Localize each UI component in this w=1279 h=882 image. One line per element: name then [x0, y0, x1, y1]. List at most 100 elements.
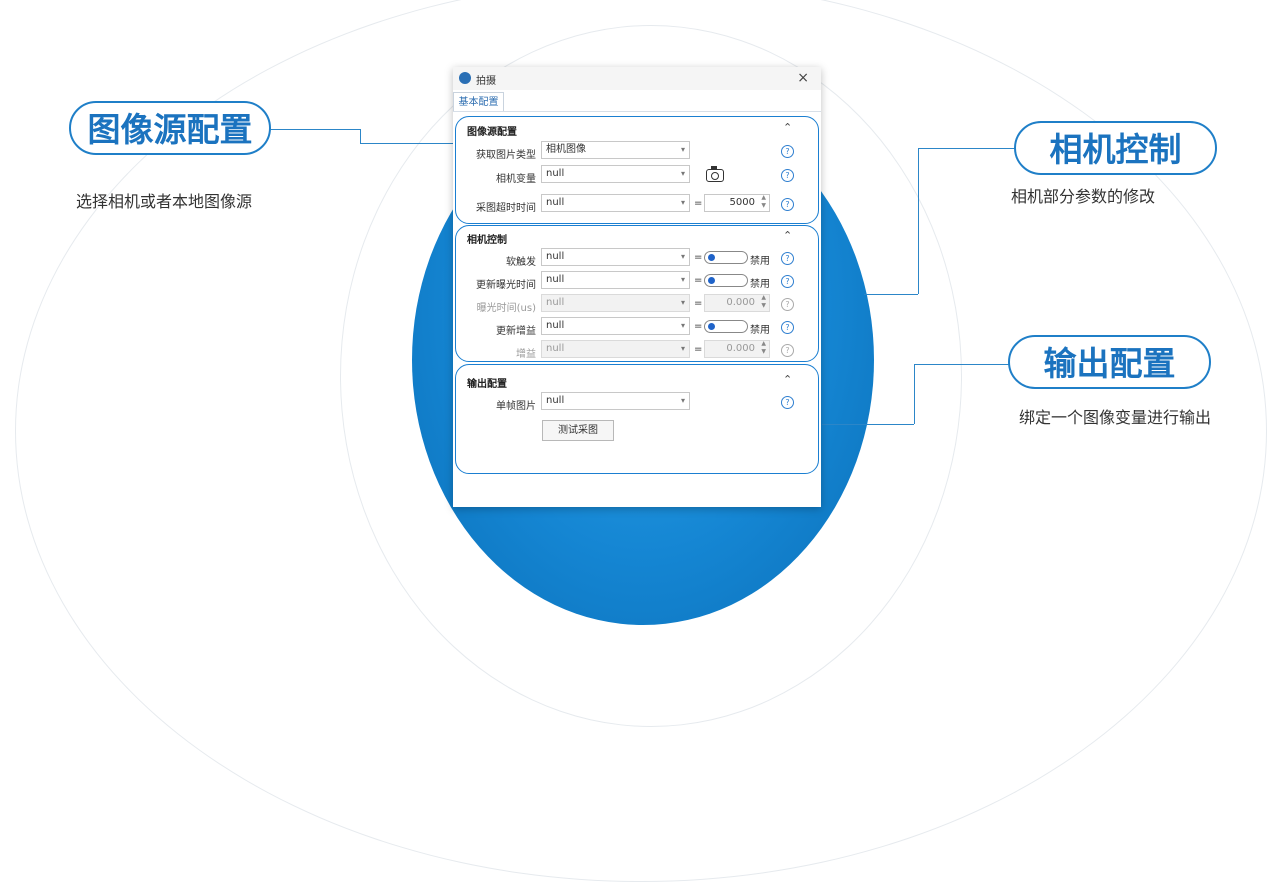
equals-sign: = [694, 344, 703, 355]
spin-up-icon: ▲ [761, 340, 766, 347]
toggle-knob [708, 277, 715, 284]
connector-line [918, 148, 919, 294]
chevron-down-icon: ▾ [680, 198, 685, 207]
connector-line [270, 129, 360, 130]
caption-output-config: 绑定一个图像变量进行输出 [1019, 408, 1212, 427]
dropdown-value: null [546, 343, 565, 354]
label-soft-trigger: 软触发 [506, 257, 536, 268]
callout-image-source: 图像源配置 [69, 101, 271, 155]
chevron-down-icon: ▾ [680, 344, 685, 353]
help-icon[interactable]: ? [781, 344, 794, 357]
gain-dropdown: null ▾ [541, 340, 690, 358]
chevron-down-icon: ▾ [680, 252, 685, 261]
equals-sign: = [694, 275, 703, 286]
soft-trigger-dropdown[interactable]: null ▾ [541, 248, 690, 266]
help-icon[interactable]: ? [781, 298, 794, 311]
dropdown-value: null [546, 168, 565, 179]
label-capture-timeout: 采图超时时间 [476, 203, 536, 214]
help-icon[interactable]: ? [781, 321, 794, 334]
section-image-source: 图像源配置 ⌃ 获取图片类型 相机图像 ▾ ? 相机变量 null ▾ ? 采图… [455, 116, 819, 224]
dialog-title: 拍摄 [476, 76, 496, 87]
section-output-config: 输出配置 ⌃ 单帧图片 null ▾ ? 测试采图 [455, 364, 819, 474]
section-camera-control: 相机控制 ⌃ 软触发 null ▾ = 禁用 ? 更新曝光时间 null ▾ =… [455, 225, 819, 362]
exposure-time-dropdown: null ▾ [541, 294, 690, 312]
help-icon[interactable]: ? [781, 252, 794, 265]
gain-number-input: 0.000 ▲ ▼ [704, 340, 770, 358]
toggle-knob [708, 323, 715, 330]
dropdown-value: null [546, 251, 565, 262]
soft-trigger-toggle[interactable] [704, 251, 748, 264]
label-camera-variable: 相机变量 [496, 174, 536, 185]
dropdown-value: null [546, 297, 565, 308]
spinner-icon: ▲ ▼ [761, 340, 766, 356]
test-capture-button[interactable]: 测试采图 [542, 420, 614, 441]
camera-variable-dropdown[interactable]: null ▾ [541, 165, 690, 183]
label-single-frame: 单帧图片 [496, 401, 536, 412]
chevron-down-icon: ▾ [680, 275, 685, 284]
tab-basic-config[interactable]: 基本配置 [453, 92, 504, 111]
collapse-icon[interactable]: ⌃ [783, 121, 792, 134]
label-exposure-time: 曝光时间(us) [476, 303, 536, 314]
app-icon [459, 72, 471, 84]
spin-up-icon: ▲ [761, 294, 766, 301]
connector-line [822, 424, 914, 425]
update-gain-toggle[interactable] [704, 320, 748, 333]
chevron-down-icon: ▾ [680, 321, 685, 330]
dropdown-value: null [546, 395, 565, 406]
section-title: 相机控制 [467, 235, 507, 246]
collapse-icon[interactable]: ⌃ [783, 229, 792, 242]
image-type-dropdown[interactable]: 相机图像 ▾ [541, 141, 690, 159]
number-value: 0.000 [726, 297, 755, 308]
single-frame-dropdown[interactable]: null ▾ [541, 392, 690, 410]
chevron-down-icon: ▾ [680, 396, 685, 405]
toggle-label: 禁用 [750, 256, 770, 267]
spin-down-icon: ▼ [761, 348, 766, 355]
caption-image-source: 选择相机或者本地图像源 [76, 192, 253, 211]
help-icon[interactable]: ? [781, 145, 794, 158]
spin-down-icon[interactable]: ▼ [761, 202, 766, 209]
dropdown-value: null [546, 197, 565, 208]
equals-sign: = [694, 198, 703, 209]
toggle-knob [708, 254, 715, 261]
label-update-gain: 更新增益 [496, 326, 536, 337]
chevron-down-icon: ▾ [680, 169, 685, 178]
exposure-number-input: 0.000 ▲ ▼ [704, 294, 770, 312]
connector-line [914, 364, 915, 424]
toggle-label: 禁用 [750, 325, 770, 336]
help-icon[interactable]: ? [781, 198, 794, 211]
collapse-icon[interactable]: ⌃ [783, 373, 792, 386]
update-exposure-dropdown[interactable]: null ▾ [541, 271, 690, 289]
number-value: 5000 [729, 197, 755, 208]
section-title: 图像源配置 [467, 127, 517, 138]
dropdown-value: null [546, 274, 565, 285]
capture-dialog: 拍摄 × 基本配置 图像源配置 ⌃ 获取图片类型 相机图像 ▾ ? 相机变量 n… [453, 67, 821, 507]
help-icon[interactable]: ? [781, 169, 794, 182]
spinner-icon: ▲ ▼ [761, 294, 766, 310]
toggle-label: 禁用 [750, 279, 770, 290]
connector-line [864, 294, 918, 295]
help-icon[interactable]: ? [781, 396, 794, 409]
camera-icon[interactable] [706, 166, 724, 182]
close-icon[interactable]: × [797, 70, 809, 86]
caption-camera-control: 相机部分参数的修改 [1011, 187, 1156, 206]
section-title: 输出配置 [467, 379, 507, 390]
equals-sign: = [694, 298, 703, 309]
spin-down-icon: ▼ [761, 302, 766, 309]
label-image-type: 获取图片类型 [476, 150, 536, 161]
spin-up-icon[interactable]: ▲ [761, 194, 766, 201]
timeout-number-input[interactable]: 5000 ▲ ▼ [704, 194, 770, 212]
title-bar: 拍摄 × [453, 67, 821, 90]
dropdown-value: null [546, 320, 565, 331]
equals-sign: = [694, 252, 703, 263]
update-exposure-toggle[interactable] [704, 274, 748, 287]
number-value: 0.000 [726, 343, 755, 354]
update-gain-dropdown[interactable]: null ▾ [541, 317, 690, 335]
help-icon[interactable]: ? [781, 275, 794, 288]
callout-camera-control: 相机控制 [1014, 121, 1217, 175]
timeout-dropdown[interactable]: null ▾ [541, 194, 690, 212]
spinner-icon[interactable]: ▲ ▼ [761, 194, 766, 210]
chevron-down-icon: ▾ [680, 298, 685, 307]
label-gain: 增益 [516, 349, 536, 360]
connector-line [914, 364, 1010, 365]
connector-line [918, 148, 1016, 149]
